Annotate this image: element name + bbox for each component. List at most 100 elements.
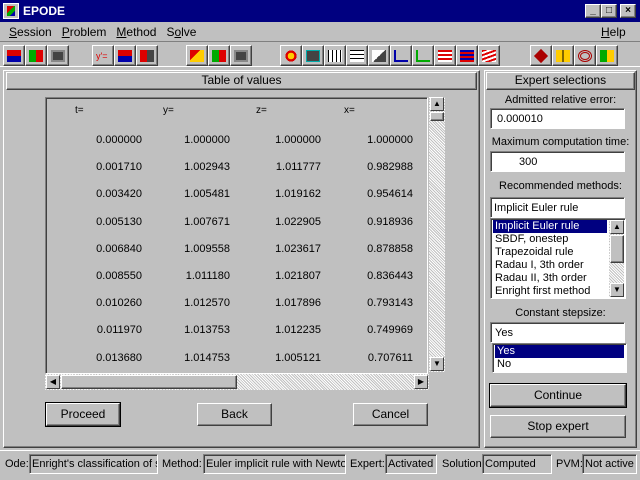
status-expert-value: Activated	[385, 454, 437, 474]
method-list-item[interactable]: Enright first method	[493, 285, 607, 298]
table-cell: 1.011777	[275, 161, 321, 174]
minimize-button[interactable]: _	[585, 4, 601, 18]
table-row: 0.003420 1.005481 1.019162 0.954614	[46, 182, 421, 209]
stop-expert-button[interactable]: Stop expert	[490, 415, 626, 438]
table-cell: 1.007671	[184, 215, 230, 228]
lines-alt-icon[interactable]	[456, 45, 478, 66]
table-cell: 1.000000	[367, 134, 413, 146]
close-button[interactable]: ×	[620, 4, 636, 18]
method-save-icon[interactable]	[230, 45, 252, 66]
wave-icon[interactable]	[478, 45, 500, 66]
computer-icon[interactable]	[302, 45, 324, 66]
header-y: y=	[163, 105, 174, 116]
table-cell: 1.012235	[275, 324, 321, 337]
time-input[interactable]: 300	[490, 151, 625, 172]
maximize-button[interactable]: □	[601, 4, 617, 18]
table-cell: 1.005481	[184, 188, 230, 201]
scroll-left-arrow-icon[interactable]: ◀	[46, 375, 60, 389]
tables-icon[interactable]	[368, 45, 390, 66]
methods-scroll-up-icon[interactable]: ▲	[610, 220, 624, 234]
table-cell: 0.001710	[96, 161, 142, 174]
status-pvm-value: Not active	[582, 454, 637, 474]
method-list-item[interactable]: Implicit Euler rule	[493, 220, 607, 233]
menu-solve[interactable]: Solve	[161, 25, 201, 39]
edit-equation-icon[interactable]	[114, 45, 136, 66]
menu-problem[interactable]: Problem	[57, 25, 112, 39]
exit-icon[interactable]	[596, 45, 618, 66]
save-equation-icon[interactable]	[136, 45, 158, 66]
proceed-button[interactable]: Proceed	[45, 402, 121, 427]
back-button[interactable]: Back	[197, 403, 272, 426]
cancel-button[interactable]: Cancel	[353, 403, 428, 426]
vertical-scroll-thumb[interactable]	[430, 112, 444, 121]
plot-icon[interactable]	[390, 45, 412, 66]
table-row: 0.010260 1.012570 1.017896 0.793143	[46, 291, 421, 318]
stepsize-list[interactable]: Yes No	[492, 343, 627, 373]
scroll-right-arrow-icon[interactable]: ▶	[414, 375, 428, 389]
table-row: 0.013680 1.014753 1.005121 0.707611	[46, 346, 421, 373]
method-select-icon[interactable]	[208, 45, 230, 66]
toolbar: y'=	[0, 41, 640, 67]
table-small-icon[interactable]	[324, 45, 346, 66]
error-input[interactable]: 0.000010	[490, 108, 625, 129]
table-cell: 1.019162	[275, 188, 321, 201]
horizontal-scroll-thumb[interactable]	[61, 375, 237, 389]
menu-session[interactable]: Session	[4, 25, 57, 39]
new-problem-icon[interactable]	[3, 45, 25, 66]
table-cell: 0.918936	[367, 215, 413, 228]
table-cell: 1.005121	[275, 351, 321, 364]
status-method-value: Euler implicit rule with Newton	[203, 454, 346, 474]
table-vertical-scrollbar[interactable]	[429, 97, 445, 372]
app-icon[interactable]	[3, 3, 19, 19]
book-icon[interactable]	[552, 45, 574, 66]
menu-method[interactable]: Method	[111, 25, 161, 39]
title-bar: EPODE _ □ ×	[0, 0, 640, 22]
status-pvm-label: PVM:	[556, 458, 583, 470]
method-list-item[interactable]: Radau I, 3th order	[493, 259, 607, 272]
methods-scroll-down-icon[interactable]: ▼	[610, 283, 624, 297]
menu-help[interactable]: Help	[596, 25, 631, 39]
status-ode-value: Enright's classification of st	[29, 454, 158, 474]
error-label: Admitted relative error:	[504, 94, 617, 106]
methods-scroll-thumb[interactable]	[610, 235, 624, 263]
table-cell: 0.005130	[96, 215, 142, 228]
window-title: EPODE	[23, 4, 66, 18]
edit-problem-icon[interactable]	[25, 45, 47, 66]
table-cell: 1.017896	[275, 297, 321, 310]
expert-icon[interactable]	[280, 45, 302, 66]
status-ode-label: Ode:	[5, 458, 29, 470]
table-cell: 0.749969	[367, 324, 413, 337]
table-cell: 0.008550	[96, 270, 142, 282]
method-edit-icon[interactable]	[186, 45, 208, 66]
diamond-icon[interactable]	[530, 45, 552, 66]
methods-list[interactable]: Implicit Euler rule SBDF, onestep Trapezoi…	[490, 218, 626, 299]
table-panel-title: Table of values	[6, 72, 477, 90]
phase-plot-icon[interactable]	[412, 45, 434, 66]
table-row: 0.000000 1.000000 1.000000 1.000000	[46, 128, 421, 155]
table-icon[interactable]	[346, 45, 368, 66]
values-table[interactable]: t= y= z= x= 0.000000 1.000000 1.000000 1.00…	[45, 97, 428, 374]
table-cell: 0.707611	[367, 351, 413, 364]
status-expert-label: Expert:	[350, 458, 385, 470]
table-cell: 1.011180	[185, 270, 230, 282]
target-icon[interactable]	[574, 45, 596, 66]
scroll-up-arrow-icon[interactable]: ▲	[430, 97, 444, 111]
equation-icon[interactable]: y'=	[92, 45, 114, 66]
method-list-item[interactable]: Radau II, 3th order	[493, 272, 607, 285]
stepsize-list-item[interactable]: No	[495, 358, 624, 371]
method-input[interactable]: Implicit Euler rule	[490, 197, 625, 218]
table-cell: 1.002943	[184, 161, 230, 174]
status-method-label: Method:	[162, 458, 202, 470]
table-cell: 0.000000	[96, 134, 142, 146]
scroll-down-arrow-icon[interactable]: ▼	[430, 357, 444, 371]
method-list-item[interactable]: Trapezoidal rule	[493, 246, 607, 259]
table-cell: 1.022905	[275, 215, 321, 228]
stepsize-list-item[interactable]: Yes	[495, 345, 624, 358]
method-list-item[interactable]: SBDF, onestep	[493, 233, 607, 246]
lines-icon[interactable]	[434, 45, 456, 66]
table-cell: 0.954614	[367, 188, 413, 201]
table-cell: 1.013753	[184, 324, 230, 337]
stepsize-input[interactable]: Yes	[490, 322, 625, 343]
continue-button[interactable]: Continue	[489, 383, 627, 408]
save-problem-icon[interactable]	[47, 45, 69, 66]
